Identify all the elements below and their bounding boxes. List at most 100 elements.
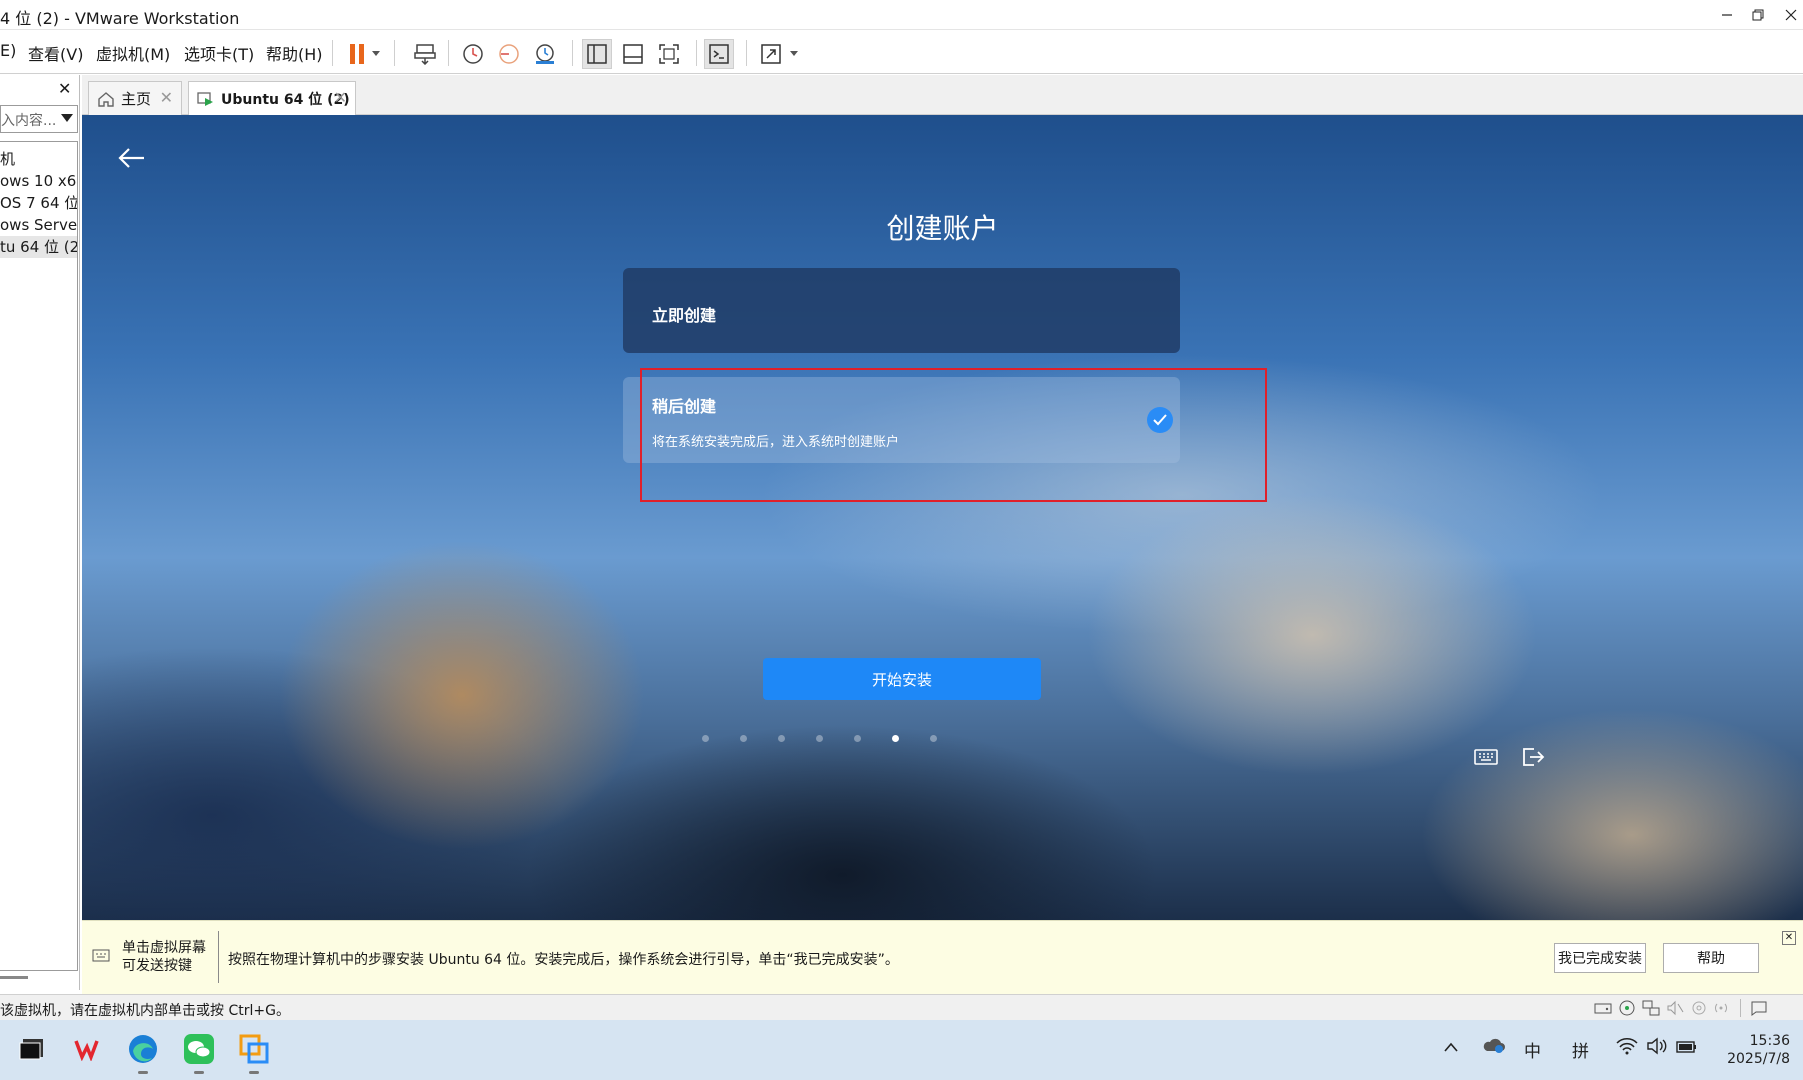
task-view-app[interactable] [15, 1032, 49, 1066]
menu-tabs[interactable]: 选项卡(T) [184, 41, 254, 65]
console-view-button[interactable] [704, 39, 734, 69]
snapshot-button[interactable] [458, 39, 488, 69]
close-window-button[interactable] [1771, 0, 1803, 30]
usb-icon[interactable] [1690, 1000, 1708, 1016]
library-search-input[interactable]: 入内容... [0, 105, 78, 133]
progress-dot [702, 735, 709, 742]
hint-left-text: 单击虚拟屏幕 可发送按键 [122, 939, 206, 975]
library-close-icon[interactable]: ✕ [58, 79, 71, 98]
restore-icon [1752, 9, 1764, 21]
send-keys-icon [414, 44, 436, 65]
clock-time: 15:36 [1749, 1033, 1790, 1049]
highlight-annotation [640, 368, 1267, 502]
show-hidden-icons[interactable] [1444, 1037, 1458, 1057]
wps-app[interactable] [72, 1032, 106, 1066]
wifi-tray[interactable] [1616, 1037, 1638, 1060]
menu-edit[interactable]: E) [0, 41, 16, 60]
stretch-dropdown[interactable] [786, 39, 802, 69]
vm-console[interactable]: 创建账户 立即创建 稍后创建 将在系统安装完成后，进入系统时创建账户 开始安装 [82, 115, 1803, 920]
window-title: 4 位 (2) - VMware Workstation [0, 9, 240, 28]
toolbar-separator [332, 40, 333, 66]
speaker-icon [1647, 1037, 1667, 1055]
help-button[interactable]: 帮助 [1663, 943, 1759, 973]
progress-dot [740, 735, 747, 742]
exit-icon[interactable] [1518, 745, 1546, 769]
library-item-ubuntu[interactable]: tu 64 位 (2) [0, 236, 77, 258]
tab-ubuntu[interactable]: Ubuntu 64 位 (2) ✕ [188, 81, 356, 115]
snapshot-manager-button[interactable] [530, 39, 560, 69]
taskbar-clock[interactable]: 15:36 2025/7/8 [1700, 1032, 1790, 1068]
progress-dot [778, 735, 785, 742]
toolbar-separator [394, 40, 395, 66]
hint-line2: 可发送按键 [122, 958, 192, 974]
vm-running-icon [197, 91, 213, 106]
toolbar-separator [746, 40, 747, 66]
library-view-icon [587, 44, 607, 64]
show-library-button[interactable] [582, 39, 612, 69]
edge-browser-icon [129, 1035, 157, 1063]
library-scrollbar[interactable] [0, 976, 28, 979]
vmware-app[interactable] [237, 1032, 271, 1074]
tab-close-icon[interactable]: ✕ [334, 88, 347, 107]
progress-dot-active [892, 735, 899, 742]
network-icon[interactable] [1642, 1000, 1660, 1016]
running-indicator [194, 1071, 204, 1074]
progress-dot [854, 735, 861, 742]
status-text: 该虚拟机，请在虚拟机内部单击或按 Ctrl+G。 [0, 1003, 290, 1019]
chevron-up-icon [1444, 1042, 1458, 1052]
hint-close-icon[interactable]: ✕ [1782, 931, 1796, 945]
finish-install-button[interactable]: 我已完成安装 [1554, 943, 1646, 973]
window-app-icon [19, 1039, 43, 1060]
volume-tray[interactable] [1646, 1037, 1668, 1060]
tab-home[interactable]: 主页 ✕ [88, 81, 182, 115]
thumbnail-bar-button[interactable] [618, 39, 648, 69]
close-icon [1785, 9, 1797, 21]
stretch-icon [761, 44, 781, 64]
message-log-icon[interactable] [1750, 1000, 1768, 1016]
wifi-icon [1616, 1038, 1638, 1055]
library-item-windows10[interactable]: ows 10 x64 [0, 170, 77, 192]
battery-icon [1676, 1041, 1696, 1053]
menu-help[interactable]: 帮助(H) [266, 41, 323, 65]
library-panel: ✕ 入内容... 机 ows 10 x64 OS 7 64 位 ows Serv… [0, 75, 80, 990]
tab-bar: 主页 ✕ Ubuntu 64 位 (2) ✕ [82, 75, 1803, 115]
power-dropdown[interactable] [366, 39, 386, 69]
wireless-adapter-icon[interactable] [1712, 1000, 1730, 1016]
progress-dot [930, 735, 937, 742]
library-item-centos7[interactable]: OS 7 64 位 [0, 192, 77, 214]
search-dropdown-icon[interactable] [61, 114, 73, 122]
stretch-button[interactable] [756, 39, 786, 69]
title-bar: 4 位 (2) - VMware Workstation [0, 0, 1803, 30]
wechat-app[interactable] [182, 1032, 216, 1074]
status-divider [1740, 999, 1741, 1017]
toolbar-separator [448, 40, 449, 66]
menu-vm[interactable]: 虚拟机(M) [96, 41, 170, 65]
onedrive-tray[interactable] [1482, 1035, 1506, 1060]
battery-tray[interactable] [1676, 1037, 1698, 1060]
option-create-now[interactable]: 立即创建 [623, 268, 1180, 353]
revert-snapshot-button[interactable] [494, 39, 524, 69]
hard-disk-icon[interactable] [1594, 1000, 1612, 1016]
minimize-icon [1722, 14, 1732, 16]
keyboard-icon[interactable] [1472, 745, 1500, 769]
clock-date: 2025/7/8 [1727, 1051, 1790, 1067]
wps-icon [74, 1040, 99, 1061]
page-title: 创建账户 [886, 212, 999, 245]
progress-dots [702, 735, 982, 745]
start-install-button[interactable]: 开始安装 [763, 658, 1041, 700]
cd-dvd-icon[interactable] [1618, 1000, 1636, 1016]
library-item-windows-server[interactable]: ows Server [0, 214, 77, 236]
hint-message: 按照在物理计算机中的步骤安装 Ubuntu 64 位。安装完成后，操作系统会进行… [228, 952, 899, 968]
library-tree: 机 ows 10 x64 OS 7 64 位 ows Server tu 64 … [0, 141, 78, 971]
ime-mode[interactable]: 拼 [1572, 1037, 1589, 1062]
edge-app[interactable] [126, 1032, 160, 1074]
fullscreen-button[interactable] [654, 39, 684, 69]
menu-view[interactable]: 查看(V) [28, 41, 83, 65]
ime-language[interactable]: 中 [1524, 1037, 1541, 1062]
back-arrow-icon[interactable] [116, 145, 148, 171]
library-item-my-computer[interactable]: 机 [0, 148, 77, 170]
sound-icon[interactable] [1666, 1000, 1684, 1016]
tab-close-icon[interactable]: ✕ [160, 88, 173, 107]
send-ctrl-alt-del-button[interactable] [410, 39, 440, 69]
running-indicator [138, 1071, 148, 1074]
